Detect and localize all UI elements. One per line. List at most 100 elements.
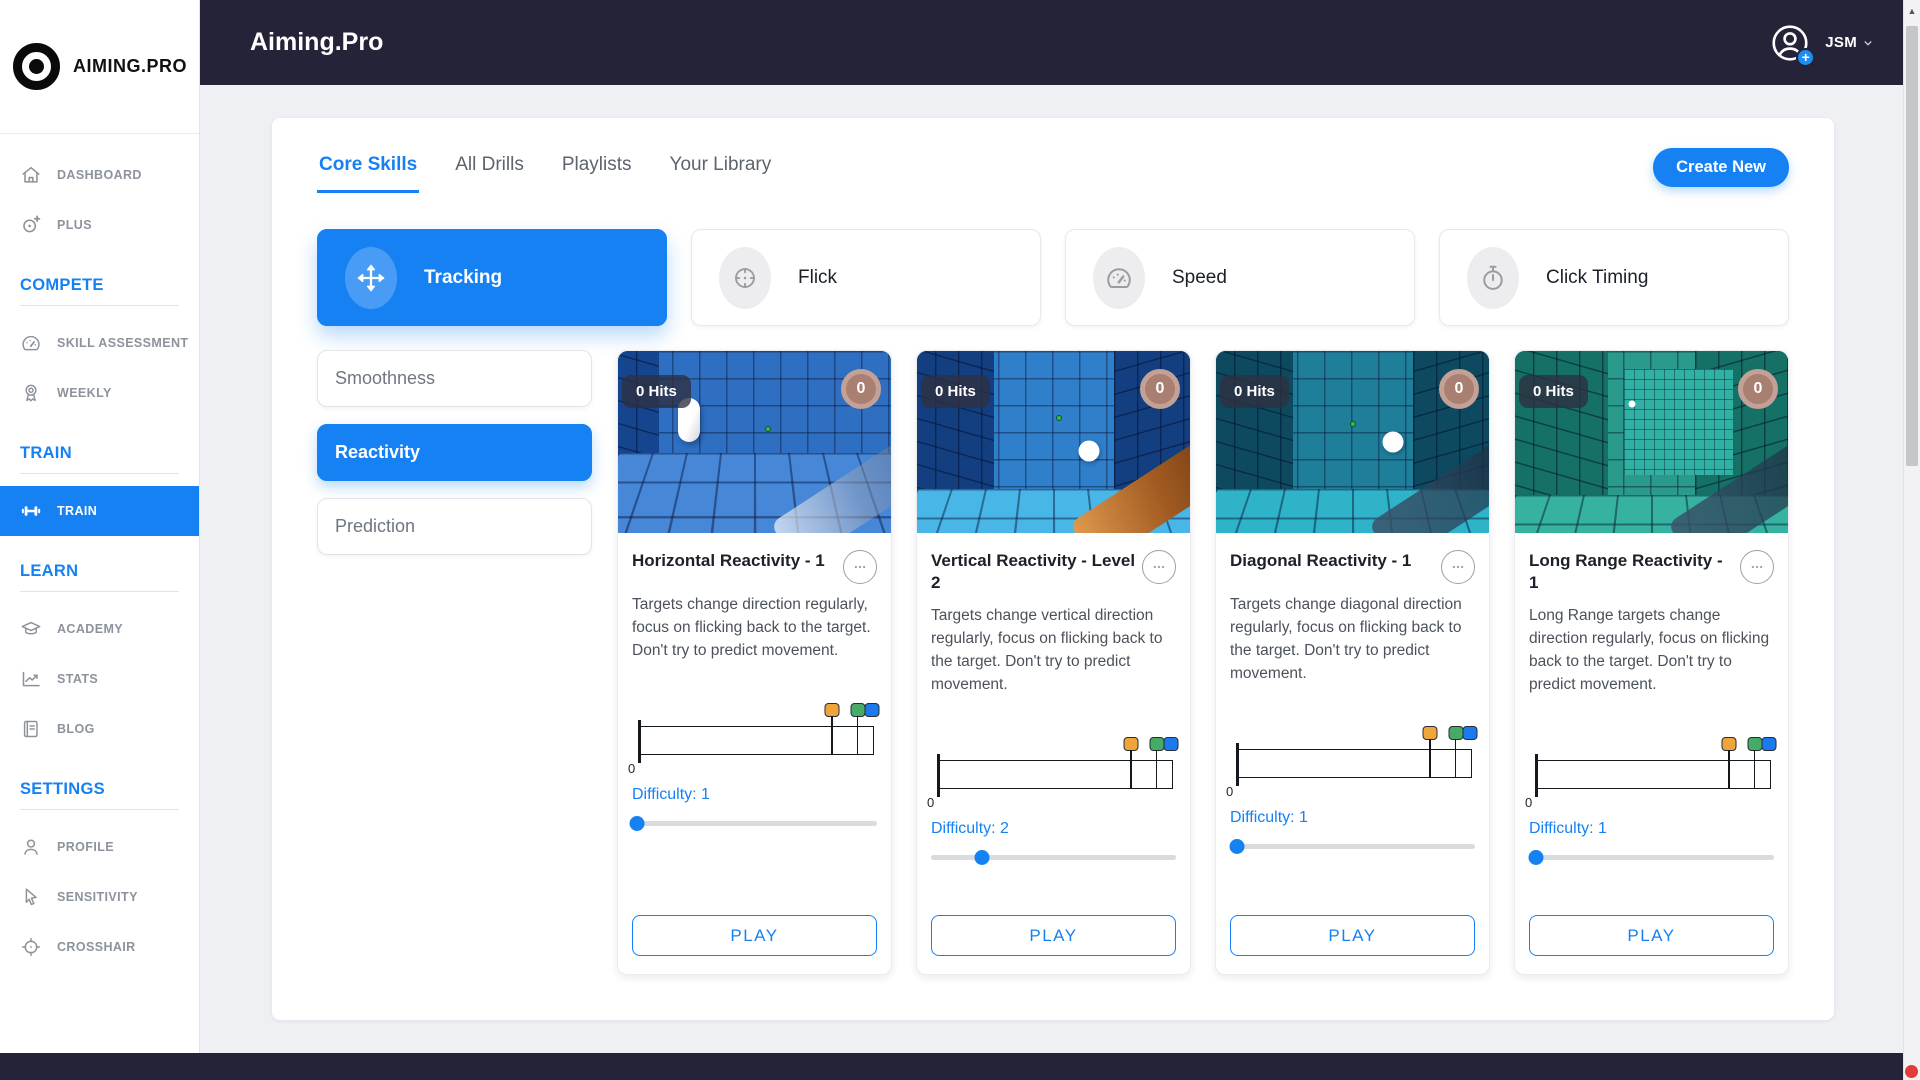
slider-thumb[interactable] (1529, 850, 1544, 865)
score-marker (1422, 726, 1437, 740)
sidebar-item-label: TRAIN (57, 504, 97, 518)
slider-thumb[interactable] (629, 816, 644, 831)
drill-options-button[interactable] (843, 550, 877, 584)
score-axis-bar: 0 (639, 726, 874, 755)
play-button[interactable]: PLAY (1230, 915, 1475, 956)
scroll-up-arrow[interactable]: ▲ (1904, 6, 1920, 16)
difficulty-slider[interactable] (1529, 850, 1774, 865)
axis-tick (1429, 739, 1431, 777)
sidebar-item-profile[interactable]: PROFILE (0, 822, 199, 872)
difficulty-label: Difficulty: 1 (1529, 820, 1774, 838)
difficulty-slider[interactable] (1230, 839, 1475, 854)
drill-card: 0 Hits 0 Vertical Reactivity - Level 2 T… (916, 350, 1191, 975)
gauge-icon (20, 332, 42, 354)
difficulty-slider[interactable] (632, 816, 877, 831)
score-marker (1163, 737, 1178, 751)
sidebar-item-label: SENSITIVITY (57, 890, 138, 904)
axis-origin-label: 0 (628, 761, 635, 776)
recording-indicator-dot (1905, 1065, 1918, 1078)
sidebar-item-label: PROFILE (57, 840, 114, 854)
slider-thumb[interactable] (975, 850, 990, 865)
play-button[interactable]: PLAY (1529, 915, 1774, 956)
avatar-add-badge[interactable]: + (1796, 48, 1815, 67)
navbar-title: Aiming.Pro (250, 28, 383, 57)
axis-tick (1754, 750, 1756, 788)
score-marker (1462, 726, 1477, 740)
slider-thumb[interactable] (1230, 839, 1245, 854)
play-button[interactable]: PLAY (931, 915, 1176, 956)
drill-preview-image: 0 Hits 0 (917, 351, 1190, 533)
category-card-click-timing[interactable]: Click Timing (1439, 229, 1789, 326)
tab-core-skills[interactable]: Core Skills (317, 148, 419, 193)
drill-options-button[interactable] (1142, 550, 1176, 584)
difficulty-slider[interactable] (931, 850, 1176, 865)
tab-playlists[interactable]: Playlists (560, 148, 634, 193)
slider-track (931, 855, 1176, 860)
score-marker (1123, 737, 1138, 751)
score-marker (1721, 737, 1736, 751)
sidebar-item-label: WEEKLY (57, 386, 112, 400)
category-card-tracking[interactable]: Tracking (317, 229, 667, 326)
slider-track (632, 821, 877, 826)
dumbbell-icon (20, 500, 42, 522)
home-icon (20, 164, 42, 186)
score-axis-bar: 0 (1237, 749, 1472, 778)
tab-all-drills[interactable]: All Drills (453, 148, 526, 193)
score-badge: 0 (1738, 369, 1778, 409)
drill-description: Targets change direction regularly, focu… (632, 594, 877, 663)
score-axis-bar: 0 (938, 760, 1173, 789)
sidebar-item-academy[interactable]: ACADEMY (0, 604, 199, 654)
score-markers (1536, 737, 1771, 752)
sidebar-item-dashboard[interactable]: DASHBOARD (0, 150, 199, 200)
move-icon (345, 247, 397, 309)
score-badge: 0 (1140, 369, 1180, 409)
subcategory-reactivity[interactable]: Reactivity (317, 424, 592, 481)
flick-icon (719, 247, 771, 309)
page-scrollbar[interactable]: ▲ ▼ (1903, 0, 1920, 1080)
create-new-button[interactable]: Create New (1653, 148, 1789, 187)
category-card-flick[interactable]: Flick (691, 229, 1041, 326)
subcategory-smoothness[interactable]: Smoothness (317, 350, 592, 407)
plus-target-icon (20, 214, 42, 236)
drill-title: Vertical Reactivity - Level 2 (931, 550, 1136, 595)
drill-options-button[interactable] (1740, 550, 1774, 584)
subcategory-prediction[interactable]: Prediction (317, 498, 592, 555)
medal-icon (20, 382, 42, 404)
drill-description: Targets change diagonal direction regula… (1230, 594, 1475, 686)
user-initials: JSM (1825, 34, 1857, 51)
user-menu[interactable]: JSM (1825, 34, 1875, 51)
axis-tick (857, 716, 859, 754)
sidebar-item-crosshair[interactable]: CROSSHAIR (0, 922, 199, 972)
sidebar-item-stats[interactable]: STATS (0, 654, 199, 704)
drill-title: Horizontal Reactivity - 1 (632, 550, 837, 572)
drill-preview-image: 0 Hits 0 (618, 351, 891, 533)
sidebar-item-blog[interactable]: BLOG (0, 704, 199, 754)
drill-card: 0 Hits 0 Long Range Reactivity - 1 Long … (1514, 350, 1789, 975)
score-axis: 0 (938, 737, 1173, 789)
category-card-speed[interactable]: Speed (1065, 229, 1415, 326)
sidebar-item-plus[interactable]: PLUS (0, 200, 199, 250)
score-marker (1149, 737, 1164, 751)
sidebar-section-header: LEARN (20, 562, 179, 592)
avatar[interactable]: + (1769, 22, 1811, 64)
sidebar-item-train[interactable]: TRAIN (0, 486, 199, 536)
sidebar-item-sensitivity[interactable]: SENSITIVITY (0, 872, 199, 922)
scrollbar-thumb[interactable] (1906, 26, 1918, 466)
sidebar-item-skill-assessment[interactable]: SKILL ASSESSMENT (0, 318, 199, 368)
tab-your-library[interactable]: Your Library (668, 148, 774, 193)
ellipsis-icon (1148, 556, 1170, 578)
drill-options-button[interactable] (1441, 550, 1475, 584)
blog-icon (20, 718, 42, 740)
score-marker (824, 703, 839, 717)
sidebar-item-weekly[interactable]: WEEKLY (0, 368, 199, 418)
sidebar-item-label: CROSSHAIR (57, 940, 136, 954)
axis-tick (1156, 750, 1158, 788)
ellipsis-icon (849, 556, 871, 578)
hits-badge: 0 Hits (921, 375, 990, 408)
play-button[interactable]: PLAY (632, 915, 877, 956)
brand-logo[interactable]: AIMING.PRO (0, 0, 199, 134)
bullseye-logo-icon (13, 43, 60, 90)
category-label: Click Timing (1546, 267, 1648, 289)
crosshair-dot (1350, 421, 1356, 427)
category-label: Tracking (424, 267, 502, 289)
